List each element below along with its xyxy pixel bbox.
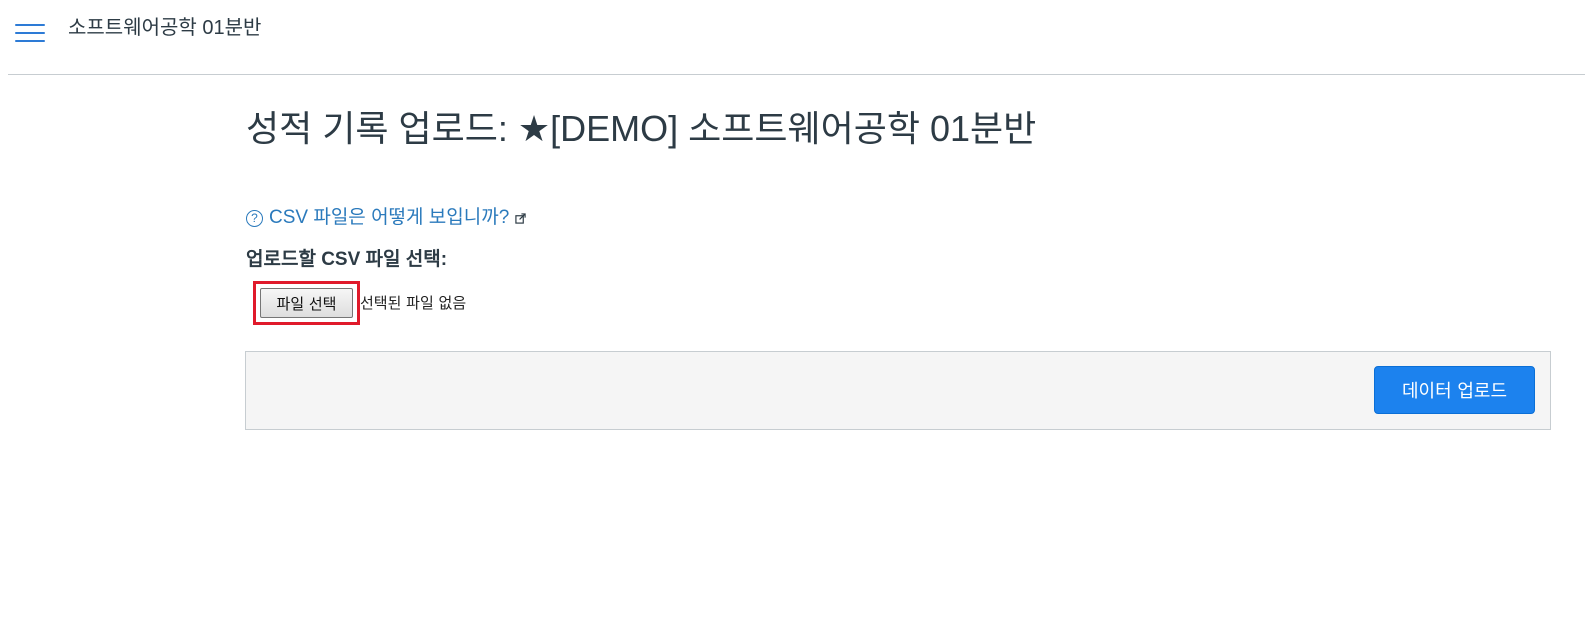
upload-data-button[interactable]: 데이터 업로드 bbox=[1374, 366, 1535, 414]
hamburger-line bbox=[15, 32, 45, 34]
page-title: 성적 기록 업로드: ★[DEMO] 소프트웨어공학 01분반 bbox=[246, 108, 1037, 149]
course-breadcrumb[interactable]: 소프트웨어공학 01분반 bbox=[68, 14, 261, 42]
question-circle-icon: ? bbox=[246, 209, 263, 227]
choose-file-button[interactable]: 파일 선택 bbox=[260, 288, 353, 318]
hamburger-line bbox=[15, 24, 45, 26]
csv-help-link-text: CSV 파일은 어떻게 보입니까? bbox=[269, 207, 510, 228]
hamburger-menu-icon[interactable] bbox=[15, 22, 45, 44]
external-link-icon bbox=[515, 212, 526, 224]
top-nav-bar: 소프트웨어공학 01분반 bbox=[8, 0, 1585, 75]
file-status-text: 선택된 파일 없음 bbox=[360, 294, 467, 312]
file-select-label: 업로드할 CSV 파일 선택: bbox=[246, 249, 448, 270]
form-actions-bar: 데이터 업로드 bbox=[245, 351, 1551, 430]
csv-help-link[interactable]: ? CSV 파일은 어떻게 보입니까? bbox=[246, 205, 526, 231]
hamburger-line bbox=[15, 40, 45, 42]
